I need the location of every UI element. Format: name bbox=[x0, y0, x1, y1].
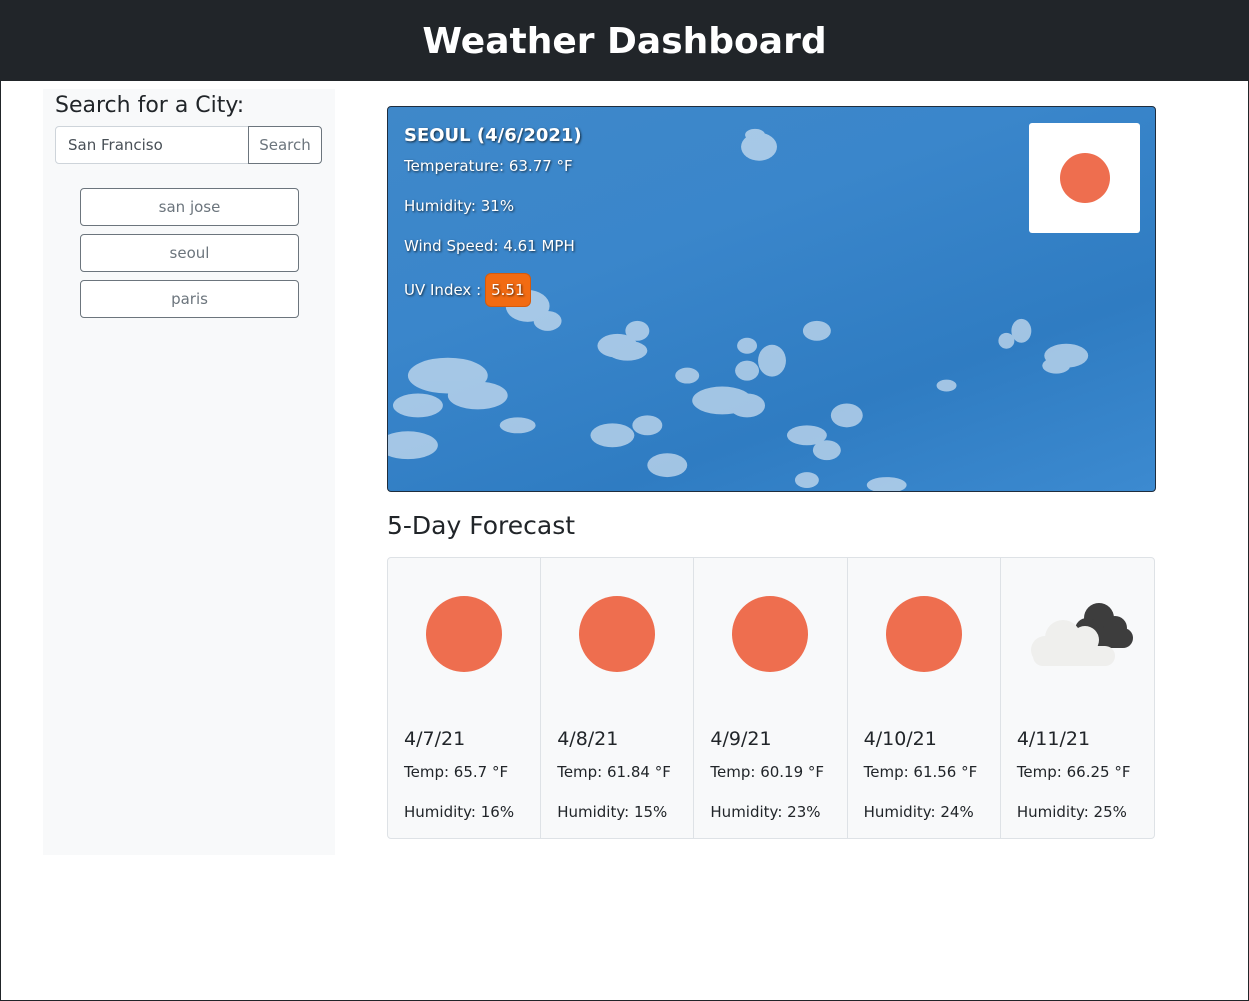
current-city-title: SEOUL (4/6/2021) bbox=[404, 125, 582, 146]
sun-icon bbox=[732, 596, 810, 674]
forecast-card: 4/9/21 Temp: 60.19 °F Humidity: 23% bbox=[694, 558, 848, 838]
forecast-card: 4/11/21 Temp: 66.25 °F Humidity: 25% bbox=[1001, 558, 1154, 838]
current-weather-icon-box bbox=[1029, 123, 1140, 233]
search-button[interactable]: Search bbox=[248, 126, 322, 164]
current-humidity: Humidity: 31% bbox=[404, 197, 515, 215]
current-weather-info: SEOUL (4/6/2021) Temperature: 63.77 °F H… bbox=[404, 125, 582, 310]
sun-icon bbox=[426, 596, 504, 674]
history-item-seoul[interactable]: seoul bbox=[80, 234, 299, 272]
forecast-date: 4/10/21 bbox=[863, 728, 937, 750]
sun-icon bbox=[579, 596, 657, 674]
forecast-temp: Temp: 61.84 °F bbox=[557, 763, 671, 781]
history-item-san-jose[interactable]: san jose bbox=[80, 188, 299, 226]
page-title: Weather Dashboard bbox=[422, 20, 827, 62]
forecast-date: 4/7/21 bbox=[404, 728, 466, 750]
forecast-temp: Temp: 66.25 °F bbox=[1016, 763, 1131, 781]
forecast-date: 4/8/21 bbox=[557, 728, 619, 750]
forecast-humidity: Humidity: 23% bbox=[710, 803, 821, 821]
current-temperature: Temperature: 63.77 °F bbox=[404, 157, 573, 175]
current-weather-card: SEOUL (4/6/2021) Temperature: 63.77 °F H… bbox=[387, 106, 1156, 492]
forecast-temp: Temp: 60.19 °F bbox=[710, 763, 825, 781]
sun-icon bbox=[885, 596, 964, 674]
forecast-row: 4/7/21 Temp: 65.7 °F Humidity: 16% 4/8/2… bbox=[387, 557, 1155, 839]
uv-label: UV Index : bbox=[404, 281, 482, 299]
sun-icon bbox=[1059, 153, 1110, 203]
app-header: Weather Dashboard bbox=[1, 1, 1248, 81]
uv-badge: 5.51 bbox=[485, 273, 531, 307]
forecast-card: 4/10/21 Temp: 61.56 °F Humidity: 24% bbox=[848, 558, 1001, 838]
forecast-humidity: Humidity: 24% bbox=[863, 803, 974, 821]
forecast-heading: 5-Day Forecast bbox=[387, 511, 576, 540]
search-history: san jose seoul paris bbox=[80, 188, 299, 326]
forecast-card: 4/8/21 Temp: 61.84 °F Humidity: 15% bbox=[541, 558, 695, 838]
forecast-temp: Temp: 61.56 °F bbox=[863, 763, 978, 781]
forecast-humidity: Humidity: 25% bbox=[1016, 803, 1127, 821]
cloudy-icon bbox=[1025, 598, 1135, 672]
history-item-paris[interactable]: paris bbox=[80, 280, 299, 318]
sidebar: Search for a City: Search san jose seoul… bbox=[43, 89, 335, 855]
search-group: Search bbox=[55, 126, 322, 164]
forecast-card: 4/7/21 Temp: 65.7 °F Humidity: 16% bbox=[388, 558, 542, 838]
forecast-temp: Temp: 65.7 °F bbox=[404, 763, 509, 781]
forecast-date: 4/11/21 bbox=[1016, 728, 1091, 750]
forecast-humidity: Humidity: 15% bbox=[557, 803, 668, 821]
search-heading: Search for a City: bbox=[55, 93, 245, 118]
current-uv-row: UV Index : 5.51 bbox=[404, 270, 582, 310]
forecast-humidity: Humidity: 16% bbox=[404, 803, 515, 821]
forecast-date: 4/9/21 bbox=[710, 728, 772, 750]
city-search-input[interactable] bbox=[55, 126, 249, 164]
